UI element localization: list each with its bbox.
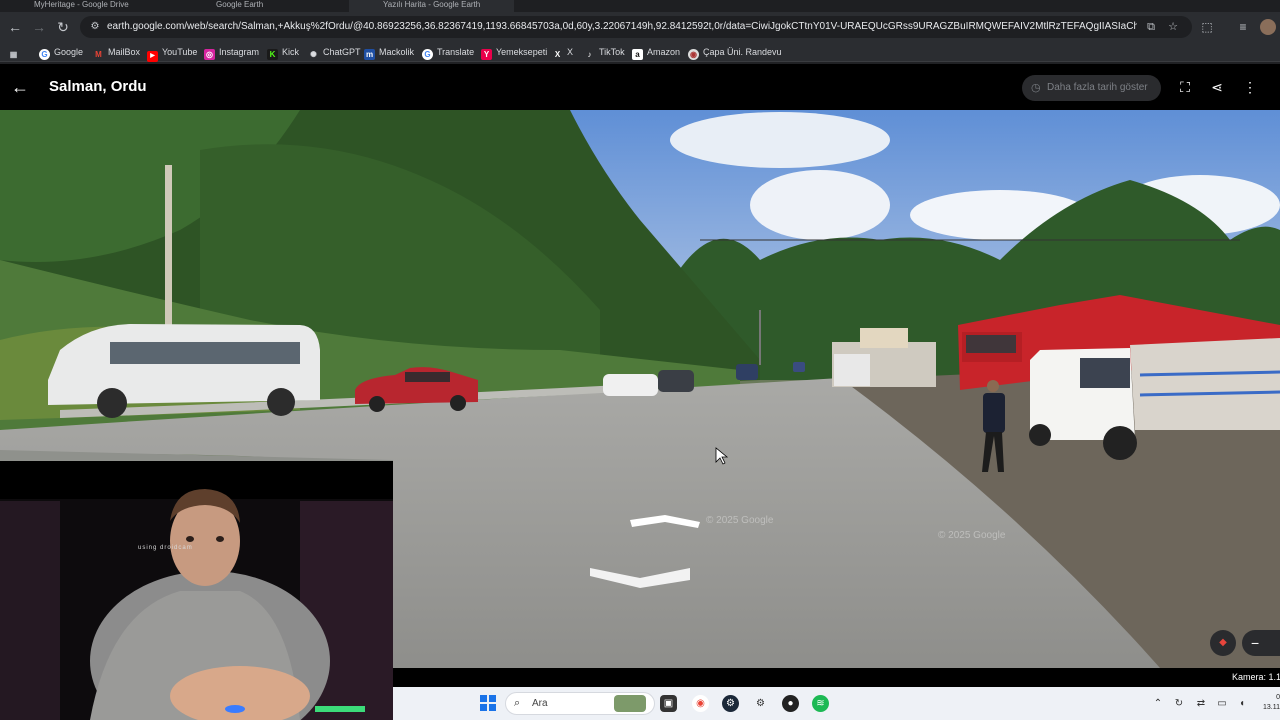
bookmark-capa[interactable]: ◉ Çapa Üni. Randevu <box>688 45 782 60</box>
tray-overflow-icon[interactable]: ⌃ <box>1151 697 1165 711</box>
spotify-icon[interactable]: ≋ <box>812 695 829 712</box>
search-placeholder: Ara <box>532 698 548 709</box>
x-icon: X <box>554 50 561 59</box>
apps-grid-icon[interactable]: ▦ <box>8 45 23 59</box>
bookmark-youtube[interactable]: ▶ YouTube <box>147 45 197 62</box>
bookmark-tiktok[interactable]: ♪ TikTok <box>584 45 625 59</box>
extensions-icon[interactable]: ⬚ <box>1198 18 1216 36</box>
amazon-icon: a <box>632 49 643 60</box>
bookmark-instagram[interactable]: ◎ Instagram <box>204 45 259 60</box>
profile-avatar[interactable] <box>1260 19 1276 35</box>
more-options-icon[interactable]: ⋮ <box>1239 76 1261 98</box>
capa-icon: ◉ <box>688 49 699 60</box>
app-notification-icon[interactable]: ● <box>782 695 799 712</box>
screen: MyHeritage - Google Drive Google Earth Y… <box>0 0 1280 720</box>
translate-icon: G <box>422 49 433 60</box>
reading-list-icon[interactable]: ≡ <box>1234 18 1252 36</box>
instagram-icon: ◎ <box>204 49 215 60</box>
bookmark-translate[interactable]: G Translate <box>422 45 474 60</box>
history-icon: ◷ <box>1031 82 1041 94</box>
tab-myheritage[interactable]: MyHeritage - Google Drive <box>0 0 180 12</box>
tiktok-icon: ♪ <box>587 50 592 59</box>
tab-google-earth[interactable]: Google Earth <box>182 0 347 12</box>
windows-taskbar: ⌕ Ara ▣ ◉ ⚙ ⚙ ● ≋ ⌃ ↻ ⇄ ▭ ◖ 0 13.11 <box>393 687 1280 720</box>
tab-google-earth-active[interactable]: Yazılı Harita - Google Earth <box>349 0 514 12</box>
back-icon[interactable]: ← <box>6 18 24 36</box>
screenshot-icon[interactable]: ⛶ <box>1174 76 1196 98</box>
youtube-icon: ▶ <box>147 51 158 62</box>
copyright-watermark: © 2025 Google <box>706 515 774 526</box>
kick-icon: K <box>267 49 278 60</box>
tray-network-icon[interactable]: ⇄ <box>1194 697 1208 711</box>
yemeksepeti-icon: Y <box>481 49 492 60</box>
url-text[interactable]: earth.google.com/web/search/Salman,+Akku… <box>107 20 1137 34</box>
install-app-icon[interactable]: ⧉ <box>1144 20 1158 34</box>
bookmark-google[interactable]: G Google <box>39 45 83 60</box>
bookmark-amazon[interactable]: a Amazon <box>632 45 680 60</box>
site-settings-icon[interactable]: ⚙ <box>88 20 102 34</box>
page-title: Salman, Ordu <box>49 78 147 95</box>
bookmark-star-icon[interactable]: ☆ <box>1166 20 1180 34</box>
bookmark-yemeksepeti[interactable]: Y Yemeksepeti <box>481 45 547 60</box>
chatgpt-icon: ✺ <box>310 50 317 59</box>
settings-icon[interactable]: ⚙ <box>752 695 769 712</box>
bookmarks-bar: ▦ G Google M MailBox ▶ YouTube ◎ Instagram K… <box>0 42 1280 62</box>
webcam-image <box>0 461 393 720</box>
compass-icon[interactable]: ◆ <box>1210 630 1236 656</box>
copyright-watermark-2: © 2025 Google <box>938 530 1006 541</box>
browser-toolbar: ← → ↻ ⚙ earth.google.com/web/search/Salm… <box>0 12 1280 42</box>
steam-icon[interactable]: ⚙ <box>722 695 739 712</box>
mackolik-icon: m <box>364 49 375 60</box>
bookmark-x[interactable]: XX <box>552 45 573 59</box>
task-view-icon[interactable]: ▣ <box>660 695 677 712</box>
reload-icon[interactable]: ↻ <box>54 18 72 36</box>
tray-monitor-icon[interactable]: ▭ <box>1215 697 1229 711</box>
address-bar[interactable]: ⚙ earth.google.com/web/search/Salman,+Ak… <box>80 16 1192 38</box>
system-clock[interactable]: 0 13.11 <box>1256 693 1280 713</box>
zoom-out-button[interactable]: − <box>1242 630 1280 656</box>
bookmark-mailbox[interactable]: M MailBox <box>93 45 140 59</box>
taskbar-search[interactable]: ⌕ Ara <box>505 692 655 715</box>
back-arrow-icon[interactable]: ← <box>10 77 30 97</box>
bookmark-mackolik[interactable]: m Mackolik <box>364 45 414 60</box>
earth-status-bar: Kamera: 1.19 <box>393 668 1280 687</box>
gmail-icon: M <box>95 50 102 59</box>
google-icon: G <box>39 49 50 60</box>
bookmark-kick[interactable]: K Kick <box>267 45 299 60</box>
share-icon[interactable]: ⋖ <box>1206 76 1228 98</box>
earth-header: ← Salman, Ordu ◷ Daha fazla tarih göster… <box>0 64 1280 110</box>
search-icon: ⌕ <box>514 697 521 709</box>
bookmark-chatgpt[interactable]: ✺ ChatGPT <box>308 45 360 59</box>
camera-altitude-readout: Kamera: 1.19 <box>1232 672 1280 682</box>
browser-tab-strip: MyHeritage - Google Drive Google Earth Y… <box>0 0 1280 12</box>
tray-sync-icon[interactable]: ↻ <box>1172 697 1186 711</box>
more-history-button[interactable]: ◷ Daha fazla tarih göster <box>1022 75 1161 101</box>
webcam-caption: using droidcam <box>138 545 193 551</box>
windows-start-icon[interactable] <box>480 695 496 711</box>
chrome-icon[interactable]: ◉ <box>692 695 709 712</box>
webcam-overlay: using droidcam <box>0 461 393 720</box>
search-highlight-image <box>614 695 646 712</box>
tray-volume-icon[interactable]: ◖ <box>1235 697 1249 711</box>
forward-icon[interactable]: → <box>30 18 48 36</box>
